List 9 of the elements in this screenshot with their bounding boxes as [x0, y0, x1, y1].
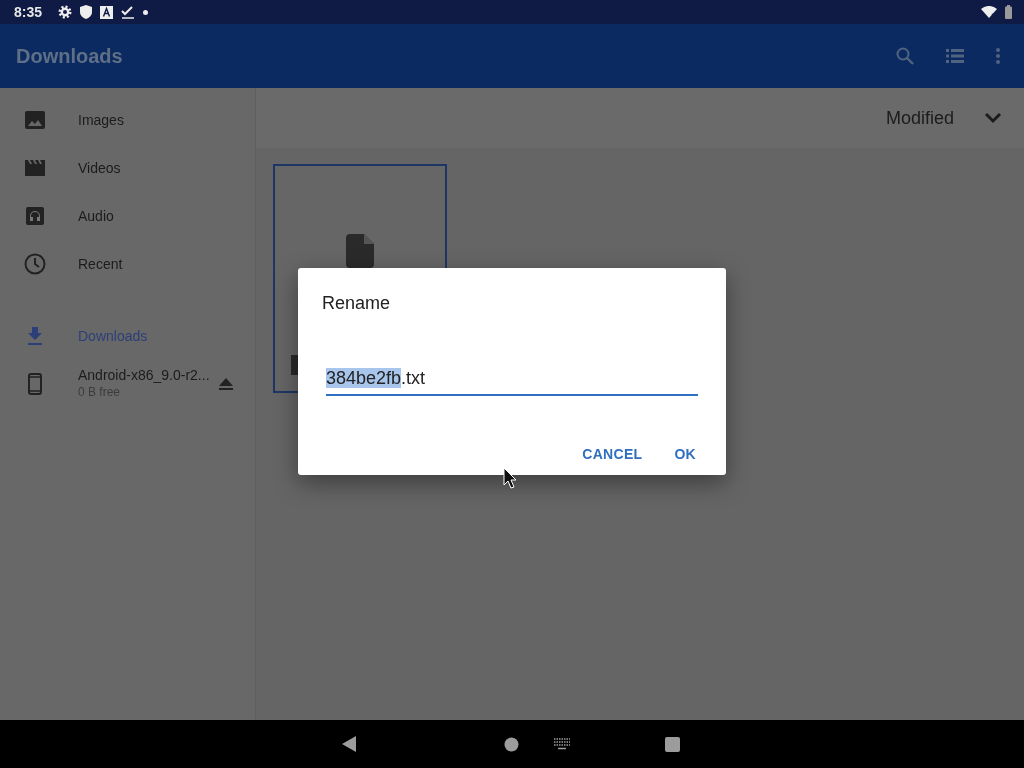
nav-label: Downloads — [78, 326, 148, 346]
nav-label: Audio — [78, 206, 114, 226]
nav-label: Videos — [78, 158, 121, 178]
clock-time: 8:35 — [14, 2, 43, 22]
app-title: Downloads — [16, 44, 123, 69]
nav-label: Recent — [78, 254, 123, 274]
volume-name: Android-x86_9.0-r2... — [78, 366, 211, 384]
nav-label: Images — [78, 110, 124, 130]
dialog-title: Rename — [322, 292, 392, 315]
